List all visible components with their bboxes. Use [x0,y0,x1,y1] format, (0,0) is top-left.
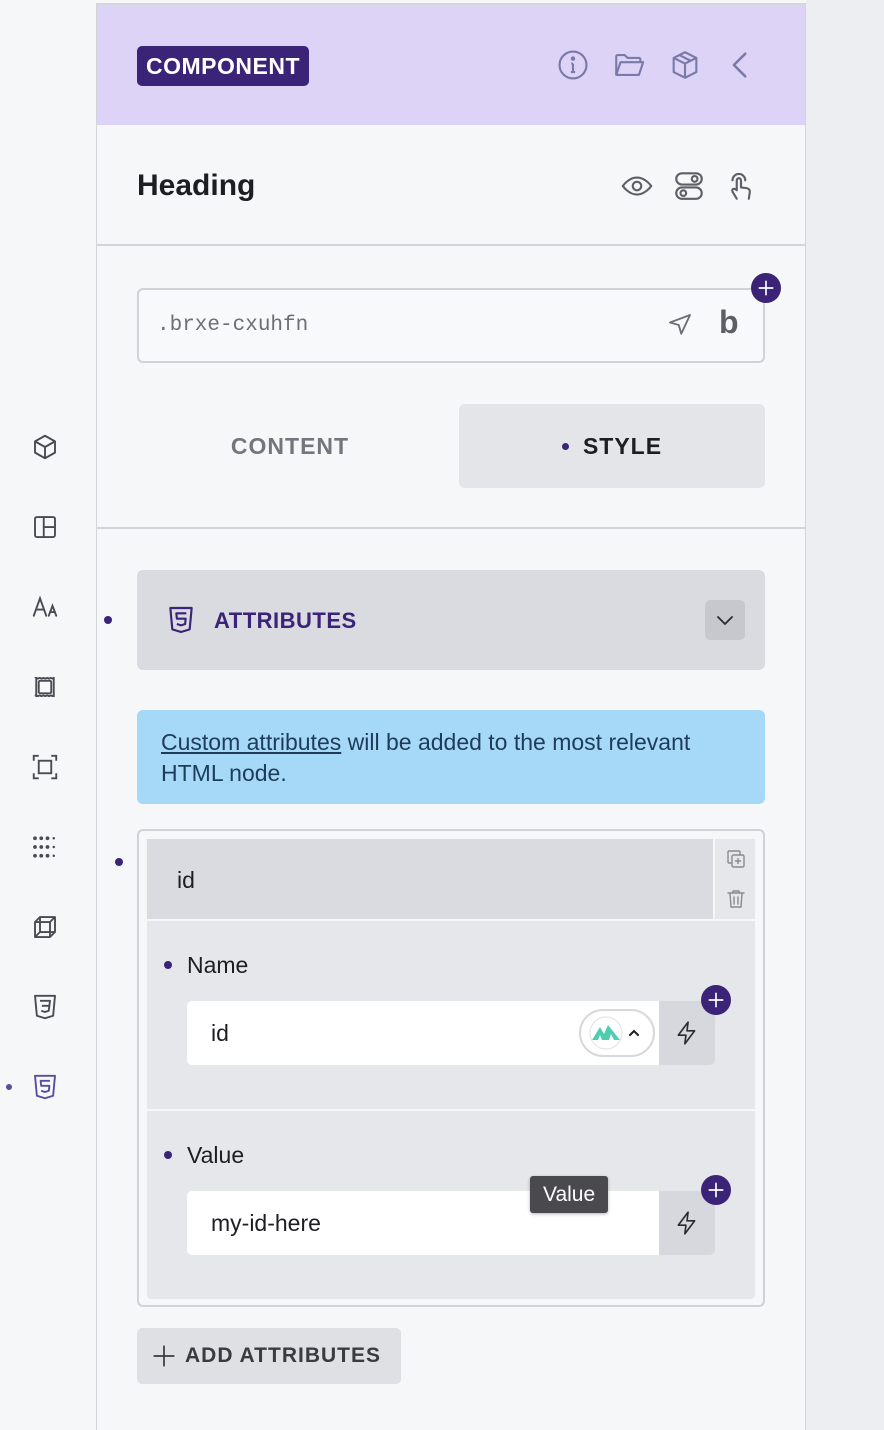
left-rail [0,0,96,1430]
add-attributes-button[interactable]: ADD ATTRIBUTES [137,1328,401,1384]
add-value-plus-icon[interactable] [701,1175,731,1205]
box-icon[interactable] [665,45,705,85]
html5-icon [169,606,193,634]
repeater-item-title: id [177,867,195,893]
cube-icon[interactable] [29,431,61,463]
eye-icon[interactable] [618,167,656,205]
tab-style-label: STYLE [582,432,663,459]
section-modified-dot [104,616,112,624]
css-class-selector[interactable]: .brxe-cxuhfn b [137,288,765,363]
name-input-value: id [211,1020,229,1046]
panel-header: COMPONENT [97,5,805,125]
value-input[interactable]: my-id-here [187,1191,715,1255]
cursor-pointer-icon[interactable] [665,310,695,340]
properties-panel: COMPONENT Heading .brxe-cxuhfn b CONTENT… [96,4,806,1430]
spacing-icon[interactable] [29,671,61,703]
element-title-row: Heading [97,125,805,246]
name-label: Name [187,952,249,978]
name-input[interactable]: id [187,1001,715,1065]
bolt-icon [677,1211,696,1235]
repeater-item-actions [713,839,755,919]
field-modified-dot [164,961,172,969]
typography-icon[interactable] [29,591,61,623]
selector-value: .brxe-cxuhfn [157,314,309,337]
divider [97,527,805,529]
repeater-modified-dot [115,858,123,866]
add-attributes-label: ADD ATTRIBUTES [185,1344,381,1367]
page-title: Heading [137,169,256,202]
tab-content[interactable]: CONTENT [137,404,443,488]
info-notice: Custom attributes will be added to the m… [137,710,765,804]
panel-tabs: CONTENT STYLE [137,404,765,488]
chevron-left-icon[interactable] [721,45,761,85]
attributes-repeater: id Name id Value my-id-here [137,829,765,1307]
active-indicator-dot [6,1084,12,1090]
add-class-plus-icon[interactable] [751,273,781,303]
bolt-icon [677,1021,696,1045]
attributes-title: ATTRIBUTES [214,608,357,633]
active-dot [561,442,569,450]
right-gutter [806,0,884,1430]
pointer-hand-icon[interactable] [722,167,760,205]
custom-attributes-link[interactable]: Custom attributes [161,729,341,755]
component-badge: COMPONENT [137,46,309,86]
info-icon[interactable] [553,45,593,85]
caret-up-icon [629,1029,639,1036]
field-modified-dot [164,1151,172,1159]
repeater-item: id Name id Value my-id-here [147,839,755,1299]
value-tooltip: Value [530,1176,609,1213]
separator [147,919,755,921]
grid-dots-icon[interactable] [29,831,61,863]
chevron-down-icon[interactable] [705,600,745,640]
css3-icon[interactable] [29,991,61,1023]
duplicate-icon[interactable] [724,847,748,871]
add-name-plus-icon[interactable] [701,985,731,1015]
transform-icon[interactable] [29,911,61,943]
html5-icon[interactable] [29,1071,61,1103]
extension-pill[interactable] [579,1009,655,1057]
separator [147,1109,755,1111]
attributes-accordion-header[interactable]: ATTRIBUTES [137,570,765,670]
toggle-icon[interactable] [670,167,708,205]
mountain-logo-icon [589,1016,623,1050]
value-input-value: my-id-here [211,1210,321,1236]
folder-open-icon[interactable] [609,45,649,85]
layout-icon[interactable] [29,511,61,543]
value-label: Value [187,1142,245,1168]
tab-style[interactable]: STYLE [459,404,765,488]
bricks-b-icon[interactable]: b [719,304,739,341]
repeater-item-header[interactable]: id [147,839,713,919]
plus-icon [153,1345,175,1367]
size-icon[interactable] [29,751,61,783]
